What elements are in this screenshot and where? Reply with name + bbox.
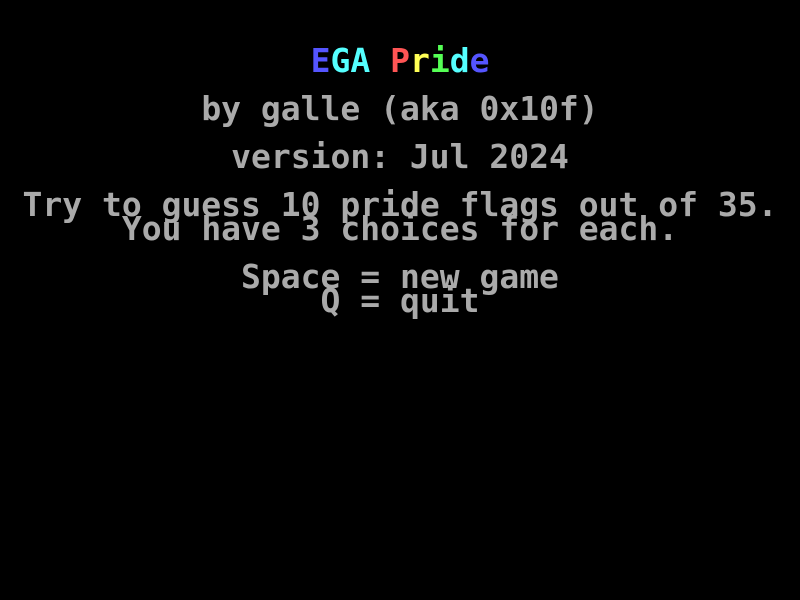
title-letter: E — [310, 41, 331, 80]
game-title: EGA Pride — [0, 41, 800, 80]
title-letter: r — [409, 41, 430, 80]
title-letter: d — [449, 41, 470, 80]
title-letter: e — [469, 41, 490, 80]
version-text: version: Jul 2024 — [231, 137, 569, 176]
title-letter: P — [390, 41, 410, 80]
instructions-line-2: You have 3 choices for each. — [121, 209, 679, 248]
title-letter — [370, 49, 390, 73]
title-letter: A — [350, 41, 371, 80]
title-letter: G — [330, 41, 351, 80]
title-letter: i — [429, 41, 450, 80]
game-screen: EGA Pride by galle (aka 0x10f) version: … — [0, 0, 800, 600]
author-credit: by galle (aka 0x10f) — [201, 89, 599, 128]
quit-hint[interactable]: Q = quit — [0, 284, 800, 317]
